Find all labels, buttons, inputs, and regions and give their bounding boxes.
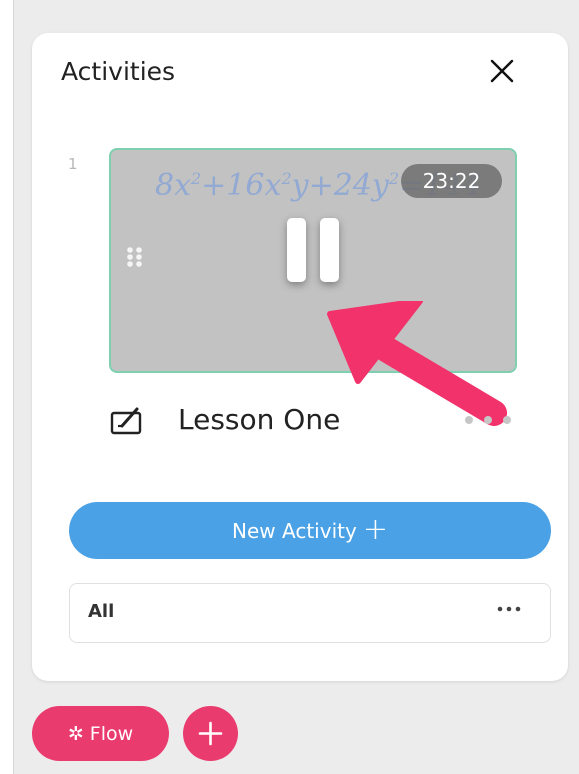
whiteboard-edit-icon xyxy=(110,407,142,435)
more-horizontal-icon[interactable] xyxy=(496,604,522,614)
sparkle-icon: ✲ xyxy=(67,722,84,745)
panel-title: Activities xyxy=(61,57,176,86)
new-activity-button[interactable]: New Activity + xyxy=(69,502,551,559)
activity-index: 1 xyxy=(68,155,78,173)
flow-label: Flow xyxy=(89,722,134,745)
duration-badge: 23:22 xyxy=(401,164,502,198)
left-rail xyxy=(0,0,14,774)
close-icon xyxy=(490,59,514,83)
add-button[interactable] xyxy=(183,706,238,761)
drag-handle-icon[interactable] xyxy=(125,246,145,272)
new-activity-label: New Activity xyxy=(232,518,357,543)
filter-select[interactable]: All xyxy=(69,583,551,643)
filter-value: All xyxy=(88,601,115,622)
plus-icon xyxy=(198,721,223,746)
activities-panel: Activities 1 8x2+16x2y+24y2=144 23:22 xyxy=(32,33,568,681)
pause-icon[interactable] xyxy=(287,218,341,290)
close-button[interactable] xyxy=(482,51,522,91)
plus-icon: + xyxy=(362,511,388,547)
activity-row[interactable]: Lesson One xyxy=(110,400,520,442)
flow-button[interactable]: ✲ Flow xyxy=(32,706,169,761)
more-horizontal-icon[interactable] xyxy=(459,410,519,430)
activity-name: Lesson One xyxy=(178,403,341,436)
